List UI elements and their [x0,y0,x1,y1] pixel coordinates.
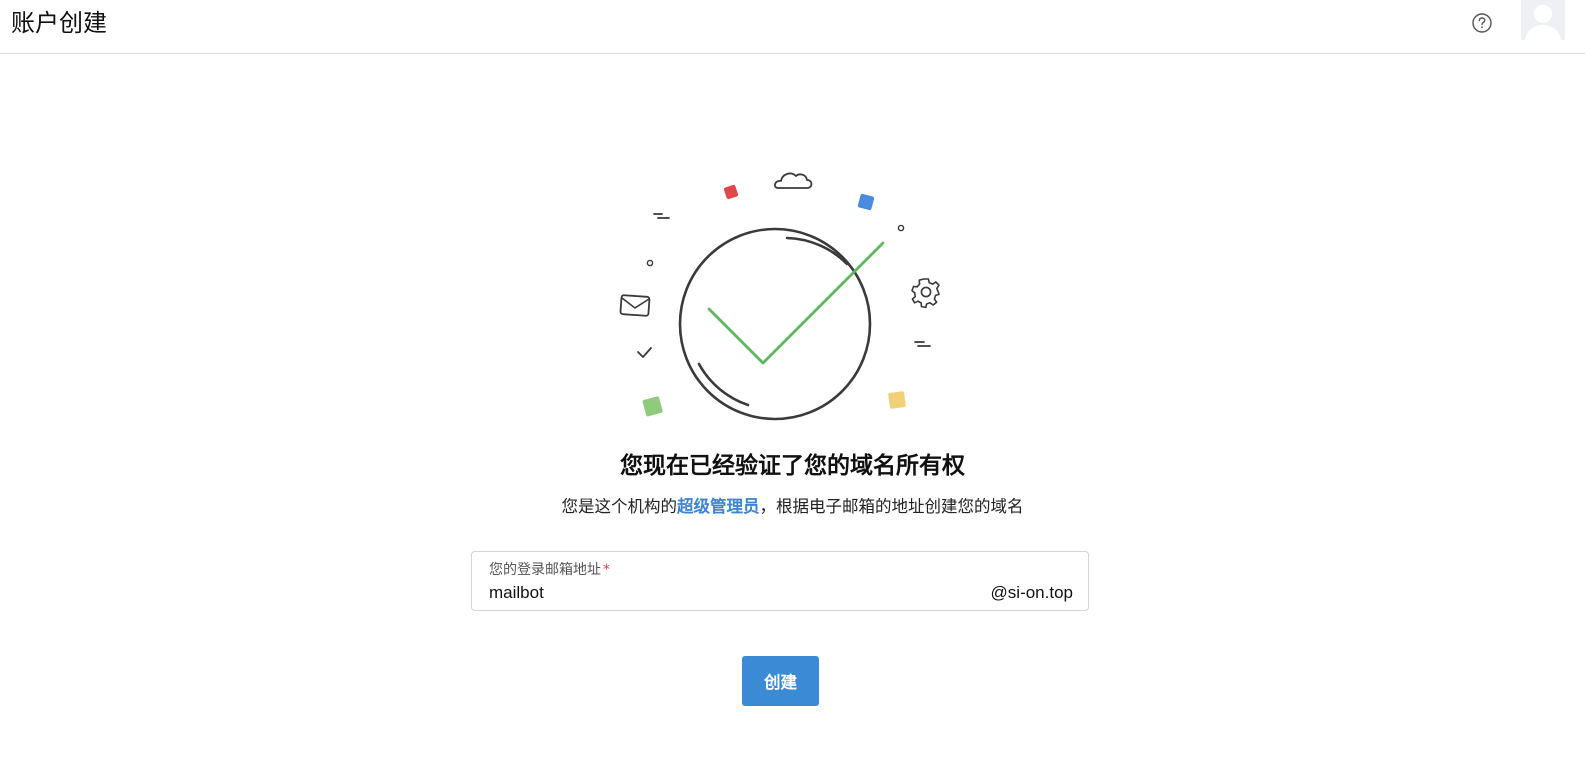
subtitle-text-after: ，根据电子邮箱的地址创建您的域名 [759,497,1024,516]
cloud-icon [774,172,813,189]
small-ring-right-icon [897,224,905,232]
email-label-text: 您的登录邮箱地址 [489,562,601,578]
inner-arc-bottom [697,362,750,407]
success-headline: 您现在已经验证了您的域名所有权 [620,453,965,479]
small-ring-left-icon [646,259,654,267]
success-illustration [610,160,950,430]
email-field-label: 您的登录邮箱地址 * [489,561,610,579]
email-field[interactable]: 您的登录邮箱地址* @si-on.top [471,551,1089,611]
small-check-icon [637,347,652,358]
green-check-icon [707,241,885,365]
dash-mark-left-icon [653,213,670,219]
user-avatar[interactable] [1521,0,1565,40]
green-square-icon [642,396,663,417]
create-button[interactable]: 创建 [742,656,819,706]
inner-arc-top [785,236,849,266]
user-avatar-icon [1521,0,1565,40]
page-title: 账户创建 [11,9,107,37]
required-asterisk: * [603,562,610,578]
email-input[interactable] [489,582,969,604]
dash-mark-right-icon [914,341,931,347]
blue-square-icon [857,193,875,211]
yellow-square-icon [888,391,906,409]
mail-icon [619,294,651,317]
success-subtitle: 您是这个机构的超级管理员，根据电子邮箱的地址创建您的域名 [0,495,1585,519]
help-icon[interactable] [1472,13,1492,33]
super-admin-highlight: 超级管理员 [677,497,760,516]
red-square-icon [723,184,739,200]
subtitle-text-before: 您是这个机构的 [561,497,678,516]
domain-suffix: @si-on.top [990,583,1073,602]
top-bar: 账户创建 [0,0,1585,54]
gear-icon [911,278,940,309]
